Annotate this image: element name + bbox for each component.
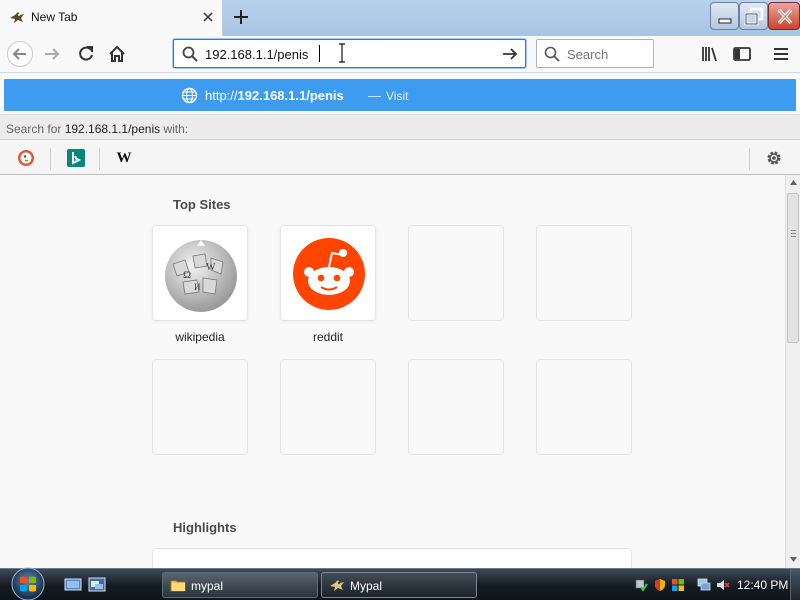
engine-divider <box>749 148 750 170</box>
show-desktop-icon[interactable] <box>64 577 82 593</box>
show-desktop-strip[interactable] <box>790 569 800 600</box>
scrollbar-thumb[interactable] <box>787 193 799 343</box>
svg-text:Ω: Ω <box>183 269 191 281</box>
visit-url-text: http://192.168.1.1/penis <box>205 88 344 103</box>
highlight-card[interactable] <box>152 548 632 568</box>
volume-muted-icon[interactable] <box>716 578 730 592</box>
restore-button[interactable] <box>739 2 768 30</box>
scroll-down-arrow-icon[interactable] <box>789 555 798 564</box>
back-button[interactable] <box>6 40 34 68</box>
reddit-alien-icon <box>293 238 365 310</box>
hamburger-menu-icon <box>774 48 788 60</box>
top-site-label: reddit <box>312 330 344 344</box>
ibeam-cursor-icon <box>339 43 345 63</box>
svg-text:И: И <box>194 282 201 292</box>
search-icon <box>182 46 198 62</box>
new-tab-plus-icon[interactable] <box>231 7 251 27</box>
tab-strip: New Tab <box>0 0 800 36</box>
search-icon <box>544 46 560 62</box>
tab-new-tab[interactable]: New Tab <box>0 0 223 36</box>
top-site-tile-wikipedia[interactable]: Ω W И <box>152 225 248 321</box>
security-shield-icon[interactable] <box>653 578 667 592</box>
forward-button[interactable] <box>38 40 66 68</box>
wikipedia-icon[interactable]: W <box>114 148 134 168</box>
wikipedia-globe-icon: Ω W И <box>165 240 237 312</box>
sidebar-icon <box>733 47 751 61</box>
top-sites-heading: Top Sites <box>173 197 231 212</box>
top-site-tile-reddit[interactable] <box>280 225 376 321</box>
taskbar-button-label: Mypal <box>350 579 383 593</box>
visit-action-label: Visit <box>386 89 409 103</box>
tab-title: New Tab <box>31 10 78 24</box>
taskbar-clock[interactable]: 12:40 PM <box>737 578 788 592</box>
visit-separator: — <box>368 88 381 103</box>
go-arrow-icon[interactable] <box>500 44 520 64</box>
search-for-row: Search for 192.168.1.1/penis with: <box>0 114 800 140</box>
text-caret <box>319 45 320 62</box>
taskbar-button-label: mypal <box>191 579 224 593</box>
search-for-label: Search for 192.168.1.1/penis with: <box>6 122 189 136</box>
empty-top-site-tile[interactable] <box>536 359 632 455</box>
empty-top-site-tile[interactable] <box>408 359 504 455</box>
network-icon[interactable] <box>697 578 711 592</box>
back-arrow-icon <box>7 41 33 67</box>
empty-top-site-tile[interactable] <box>536 225 632 321</box>
navigation-toolbar: 192.168.1.1/penis <box>0 36 800 72</box>
start-orb-icon[interactable] <box>8 565 48 600</box>
empty-top-site-tile[interactable] <box>152 359 248 455</box>
url-bar[interactable]: 192.168.1.1/penis <box>173 39 526 68</box>
visit-url-suggestion[interactable]: http://192.168.1.1/penis — Visit <box>4 79 796 111</box>
close-window-icon <box>777 8 793 25</box>
windows-flag-icon[interactable] <box>671 578 685 592</box>
close-window-button[interactable] <box>768 2 800 30</box>
taskbar-button-mypal-browser[interactable]: Mypal <box>321 572 477 598</box>
minimize-icon <box>718 18 732 24</box>
safely-remove-hardware-icon[interactable] <box>634 578 648 592</box>
one-off-search-engines: W <box>0 140 800 176</box>
empty-top-site-tile[interactable] <box>280 359 376 455</box>
close-tab-icon[interactable] <box>199 8 217 26</box>
sidebar-button[interactable] <box>729 41 755 67</box>
gear-icon[interactable] <box>764 148 784 168</box>
windows-taskbar: mypal Mypal 12:40 PM <box>0 565 800 600</box>
url-input-value[interactable]: 192.168.1.1/penis <box>205 47 308 62</box>
home-icon <box>109 45 125 62</box>
folder-icon <box>170 580 186 592</box>
search-input[interactable] <box>567 45 647 63</box>
search-bar[interactable] <box>536 39 654 68</box>
switch-windows-icon[interactable] <box>88 577 106 593</box>
library-button[interactable] <box>697 41 723 67</box>
highlights-heading: Highlights <box>173 520 237 535</box>
mypal-bird-icon <box>10 12 24 23</box>
engine-divider <box>99 148 100 170</box>
restore-icon <box>744 7 764 26</box>
hamburger-menu-button[interactable] <box>768 41 794 67</box>
new-tab-page: Top Sites Ω W И wikipedia reddit Highlig… <box>0 175 785 568</box>
taskbar-button-mypal-folder[interactable]: mypal <box>162 572 318 598</box>
forward-arrow-icon <box>45 48 60 60</box>
bing-icon[interactable] <box>66 148 86 168</box>
minimize-button[interactable] <box>710 2 739 30</box>
engine-divider <box>50 148 51 170</box>
scroll-up-arrow-icon[interactable] <box>789 178 798 187</box>
reload-icon <box>79 46 93 61</box>
empty-top-site-tile[interactable] <box>408 225 504 321</box>
library-icon <box>702 47 717 62</box>
duckduckgo-icon[interactable] <box>16 148 36 168</box>
top-site-label: wikipedia <box>175 330 225 344</box>
vertical-scrollbar[interactable] <box>785 175 800 568</box>
mypal-bird-icon <box>330 580 344 591</box>
reload-button[interactable] <box>72 40 100 68</box>
url-autocomplete-popup: http://192.168.1.1/penis — Visit Search … <box>0 72 800 176</box>
svg-text:W: W <box>206 262 216 273</box>
globe-icon <box>181 87 198 104</box>
home-button[interactable] <box>103 40 131 68</box>
